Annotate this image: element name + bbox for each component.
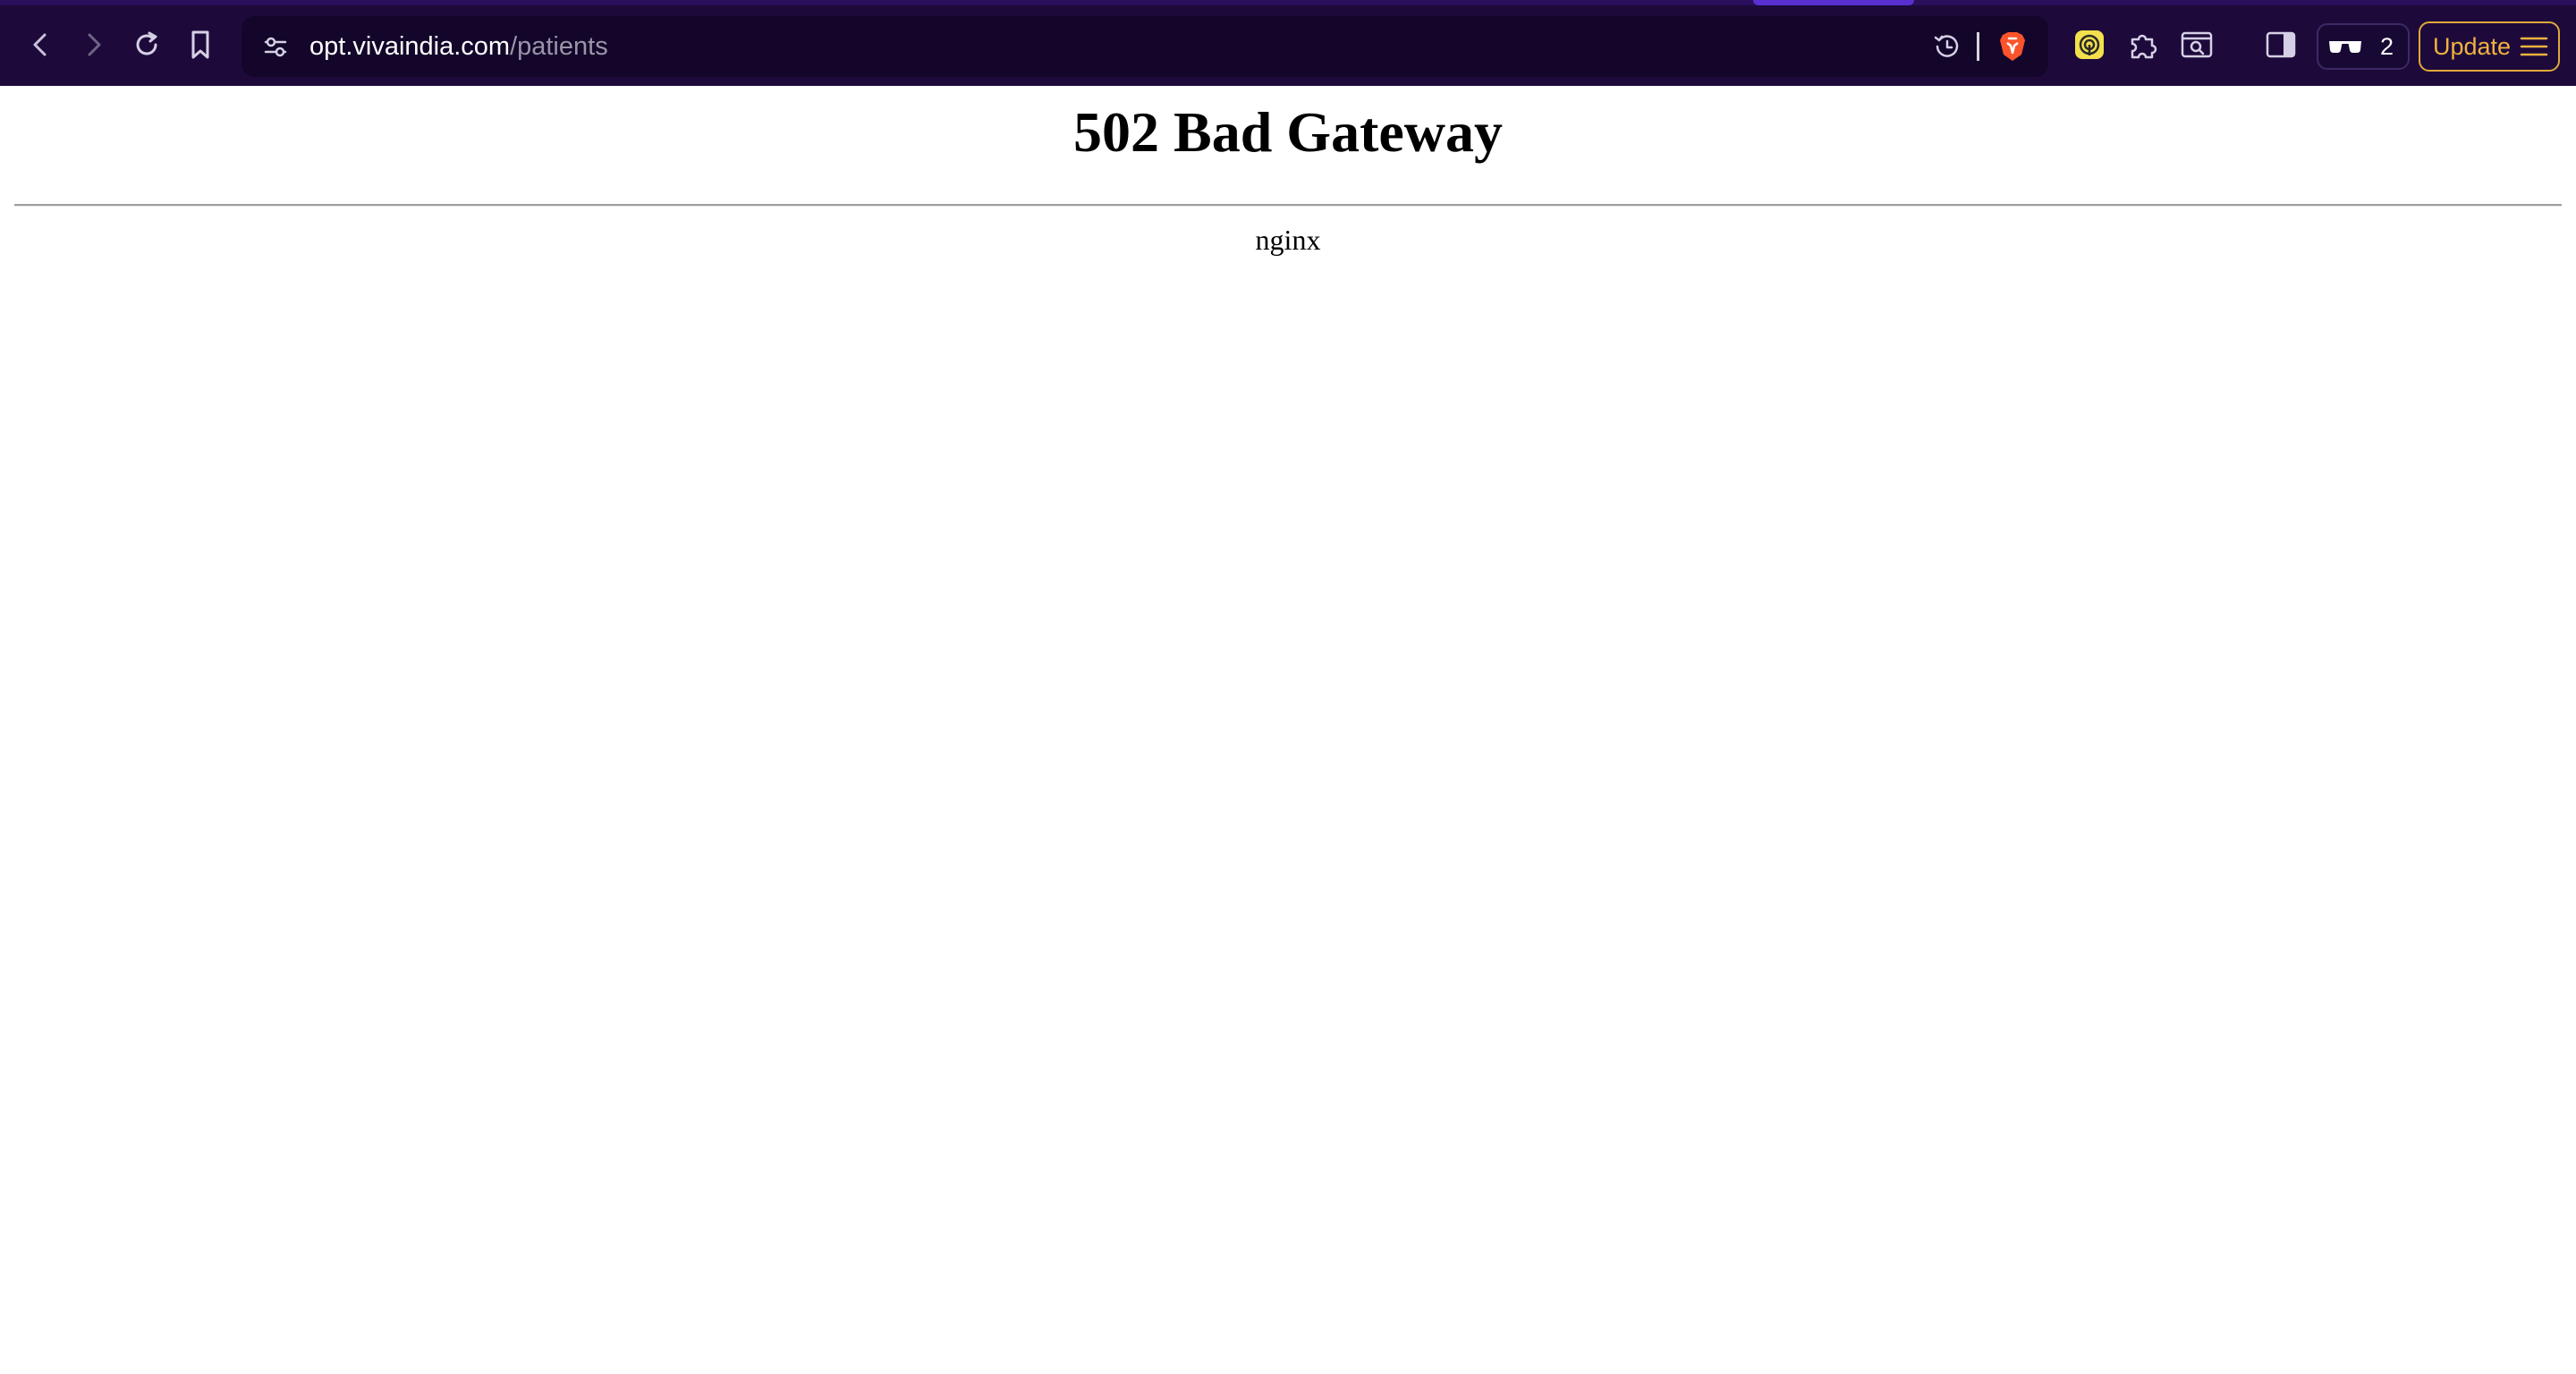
- tab-search-button[interactable]: [2174, 21, 2220, 68]
- forward-button[interactable]: [70, 21, 116, 68]
- active-tab-indicator[interactable]: [1753, 0, 1914, 5]
- server-name: nginx: [1255, 224, 1321, 256]
- history-button[interactable]: [1923, 23, 1970, 70]
- tab-strip: [0, 0, 2576, 5]
- chevron-right-icon: [88, 33, 101, 56]
- site-settings-button[interactable]: [252, 23, 299, 70]
- url-text[interactable]: opt.vivaindia.com/patients: [309, 16, 608, 77]
- extensions-menu-button[interactable]: [2120, 21, 2166, 68]
- brave-lion-icon: [2000, 32, 2025, 61]
- readers-count: 2: [2379, 33, 2394, 60]
- browser-toolbar: opt.vivaindia.com/patients 2 Update: [0, 0, 2576, 86]
- hamburger-icon: [2520, 37, 2548, 56]
- reload-icon: [136, 31, 157, 55]
- url-path: /patients: [510, 32, 608, 61]
- update-label: Update: [2433, 33, 2512, 60]
- puzzle-icon: [2131, 34, 2157, 59]
- sidebar-icon: [2266, 31, 2296, 58]
- vpn-extension-button[interactable]: [2066, 21, 2113, 68]
- bookmark-icon: [191, 30, 209, 59]
- vpn-extension-icon: [2075, 30, 2104, 59]
- url-host: opt.vivaindia.com: [309, 32, 511, 61]
- divider: [14, 204, 2562, 207]
- tune-icon: [264, 37, 287, 57]
- history-icon: [1934, 35, 1959, 57]
- tab-search-icon: [2181, 31, 2213, 58]
- bookmark-button[interactable]: [177, 21, 224, 68]
- back-button[interactable]: [18, 21, 64, 68]
- address-bar-divider: [1977, 32, 1979, 61]
- update-button[interactable]: Update: [2419, 21, 2560, 72]
- page-title: 502 Bad Gateway: [1073, 100, 1503, 164]
- readers-button[interactable]: 2: [2317, 23, 2410, 70]
- chevron-left-icon: [33, 33, 47, 56]
- glasses-icon: [2329, 41, 2361, 54]
- brave-shields-button[interactable]: [1989, 23, 2036, 70]
- reload-button[interactable]: [123, 21, 170, 68]
- address-bar[interactable]: opt.vivaindia.com/patients: [242, 16, 2048, 77]
- sidebar-button[interactable]: [2258, 21, 2304, 68]
